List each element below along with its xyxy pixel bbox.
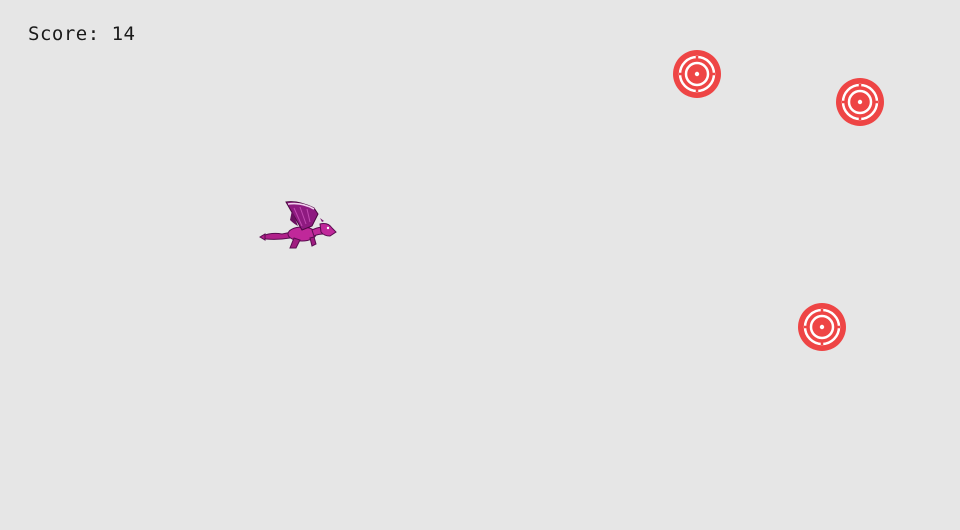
game-canvas[interactable]: Score: 14 <box>0 0 960 530</box>
target-icon[interactable] <box>672 49 722 99</box>
target-icon[interactable] <box>797 302 847 352</box>
dragon-icon <box>259 201 337 249</box>
target-icon[interactable] <box>835 77 885 127</box>
score-label: Score: 14 <box>28 23 136 45</box>
